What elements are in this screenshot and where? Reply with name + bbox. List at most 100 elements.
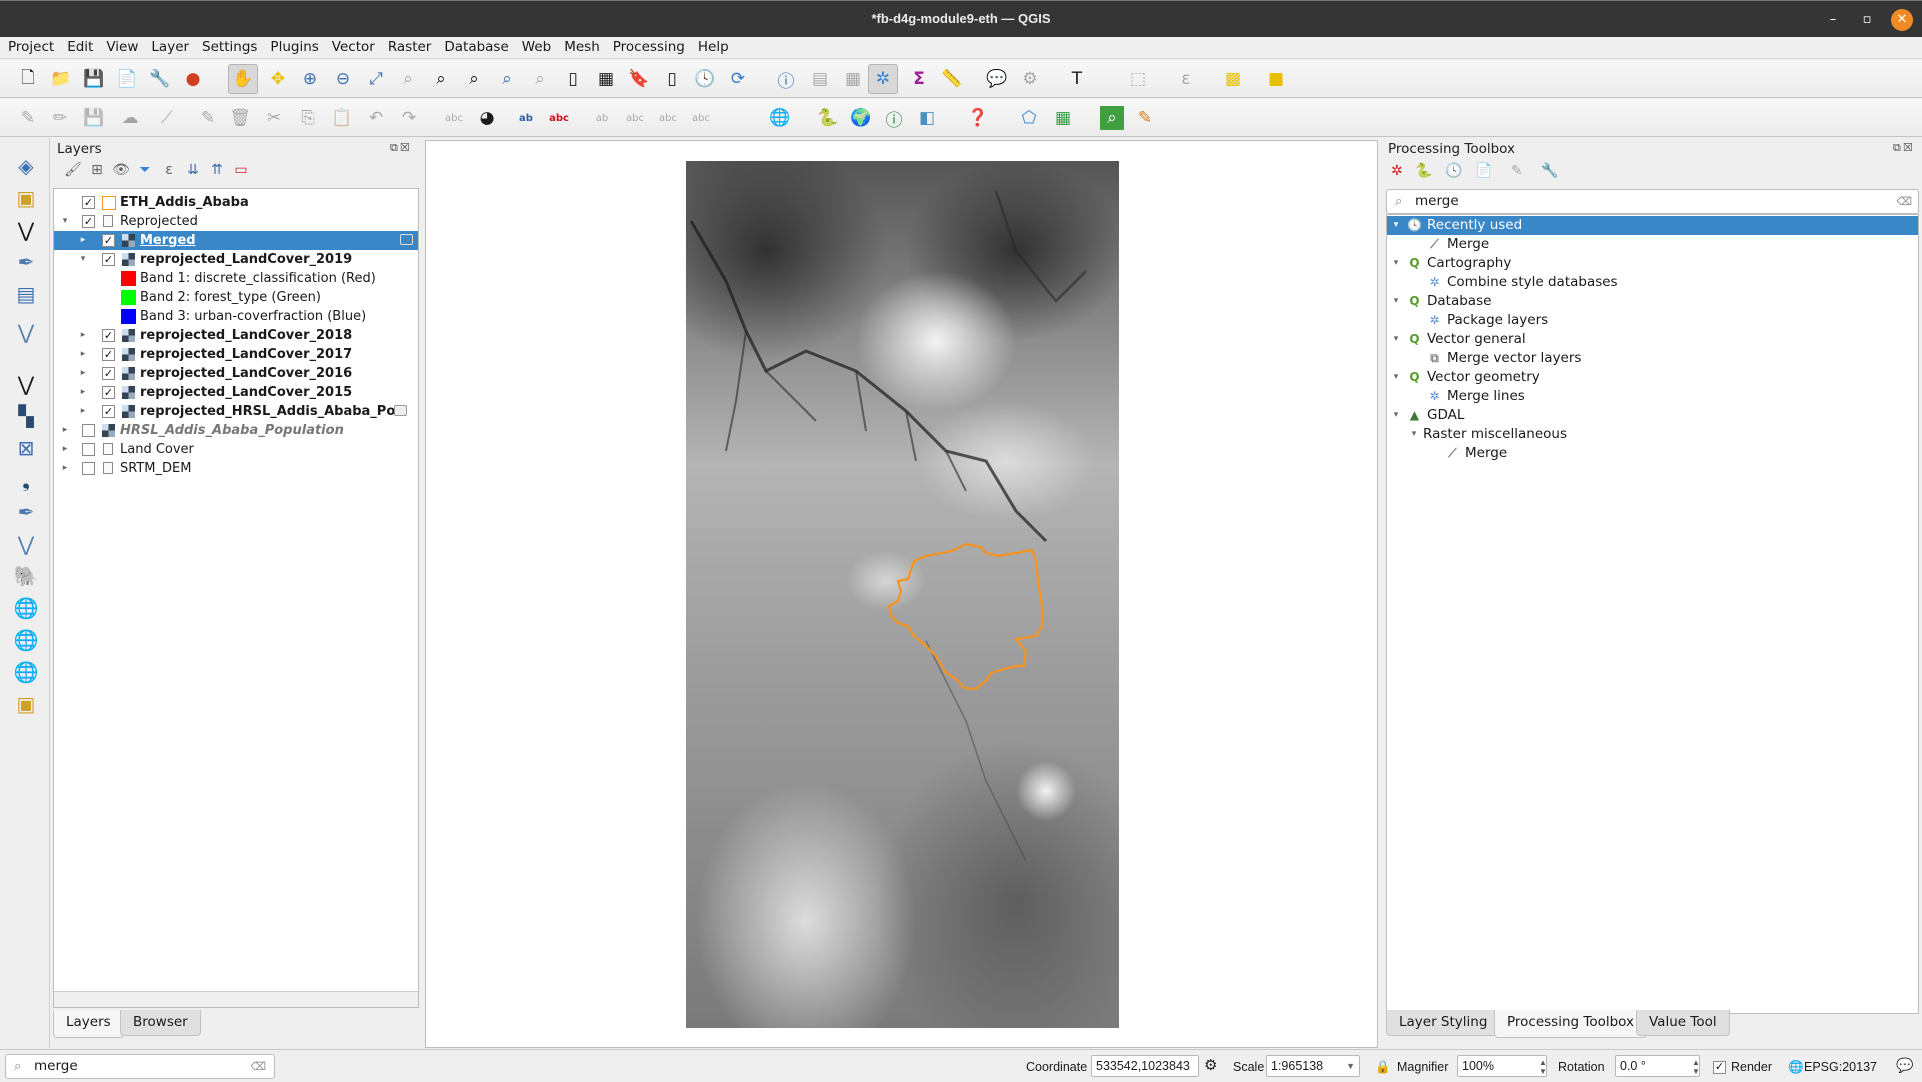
menu-vector[interactable]: Vector xyxy=(324,37,380,55)
clear-search-icon[interactable]: ⌫ xyxy=(1896,190,1912,213)
add-delimited-text-icon[interactable]: ❟ xyxy=(12,466,40,494)
zoom-last-icon[interactable]: ⌕ xyxy=(495,67,519,91)
processing-search-input[interactable]: ⌕ merge ⌫ xyxy=(1386,189,1919,214)
layer-item[interactable]: ▾ ✓ Reprojected xyxy=(54,212,418,231)
history-icon[interactable]: 🕓 xyxy=(1445,163,1462,179)
add-virtual-layer-icon[interactable]: ⋁ xyxy=(12,530,40,558)
layer-visibility-checkbox[interactable]: ✓ xyxy=(102,253,115,266)
filter-legend-icon[interactable]: ⏷ xyxy=(133,162,157,178)
processing-group[interactable]: ▾ ▲ GDAL xyxy=(1387,406,1918,425)
bookmarks-manager-icon[interactable]: ▯ xyxy=(660,67,684,91)
help-book-icon[interactable]: ❓ xyxy=(966,106,990,130)
tab-processing-toolbox[interactable]: Processing Toolbox xyxy=(1494,1010,1648,1038)
collapse-arrow-icon[interactable]: ▾ xyxy=(1391,292,1401,311)
processing-algorithm[interactable]: ⟋ Merge xyxy=(1387,235,1918,254)
layer-item[interactable]: ▸ ✓ Merged xyxy=(54,231,418,250)
search-plugin-icon[interactable]: ⌕ xyxy=(1100,106,1124,130)
edits-icon[interactable]: ✎ xyxy=(16,106,40,130)
pan-map-icon[interactable]: ✋ xyxy=(228,64,258,94)
processing-group[interactable]: ▾ Q Vector general xyxy=(1387,330,1918,349)
add-mesh-layer-icon[interactable]: ⊠ xyxy=(12,434,40,462)
redo-icon[interactable]: ↷ xyxy=(397,106,421,130)
dock-float-close-buttons[interactable]: ⧉☒ xyxy=(1893,141,1915,155)
change-label-icon[interactable]: abc xyxy=(689,106,713,130)
menu-settings[interactable]: Settings xyxy=(194,37,262,55)
undo-icon[interactable]: ↶ xyxy=(364,106,388,130)
text-annotation-icon[interactable]: T xyxy=(1065,67,1089,91)
zoom-in-icon[interactable]: ⊕ xyxy=(298,67,322,91)
menu-view[interactable]: View xyxy=(98,37,143,55)
select-by-expression-icon[interactable]: ε xyxy=(1174,67,1198,91)
layer-item[interactable]: ▸ ✓ reprojected_LandCover_2017 xyxy=(54,345,418,364)
field-calculator-icon[interactable]: ▦ xyxy=(841,67,865,91)
new-point-feature-icon[interactable]: ■ xyxy=(1264,67,1288,91)
save-project-icon[interactable]: 💾 xyxy=(82,67,106,91)
expand-arrow-icon[interactable]: ▸ xyxy=(78,383,88,402)
maximize-button[interactable]: ▫ xyxy=(1856,9,1878,31)
minimize-button[interactable]: – xyxy=(1822,9,1844,31)
quickmapservices-icon[interactable]: 🌐 xyxy=(768,106,792,130)
statistical-summary-icon[interactable]: Σ xyxy=(907,67,931,91)
highlight-pinned-labels-icon[interactable]: abc xyxy=(547,106,571,130)
toggle-editing-icon[interactable]: ✏ xyxy=(48,106,72,130)
processing-algorithm[interactable]: ✲ Package layers xyxy=(1387,311,1918,330)
toggle-extents-icon[interactable]: ⚙ xyxy=(1204,1056,1217,1074)
map-swipe-icon[interactable]: ◧ xyxy=(915,106,939,130)
layer-visibility-checkbox[interactable]: ✓ xyxy=(82,196,95,209)
show-hide-labels-icon[interactable]: abc xyxy=(623,106,647,130)
options-icon[interactable]: 🔧 xyxy=(1541,163,1558,179)
menu-help[interactable]: Help xyxy=(690,37,734,55)
dock-float-close-buttons[interactable]: ⧉☒ xyxy=(390,141,412,155)
raster-indicator-icon[interactable] xyxy=(400,234,413,245)
menu-processing[interactable]: Processing xyxy=(605,37,690,55)
menu-edit[interactable]: Edit xyxy=(59,37,98,55)
processing-group[interactable]: ▾ 🕓 Recently used xyxy=(1387,216,1918,235)
layer-visibility-checkbox[interactable] xyxy=(82,424,95,437)
layer-visibility-checkbox[interactable]: ✓ xyxy=(102,405,115,418)
collapse-arrow-icon[interactable]: ▾ xyxy=(1391,406,1401,425)
filter-by-expression-icon[interactable]: ε xyxy=(157,162,181,178)
identify-features-icon[interactable]: ⓘ xyxy=(774,67,798,92)
info-tool-icon[interactable]: ⓘ xyxy=(882,106,906,131)
layout-manager-icon[interactable]: 🔧 xyxy=(148,67,172,91)
collapse-arrow-icon[interactable]: ▾ xyxy=(1409,425,1419,444)
tab-layer-styling[interactable]: Layer Styling xyxy=(1386,1010,1501,1036)
select-features-icon[interactable]: ⬚ xyxy=(1126,67,1150,91)
layer-visibility-checkbox[interactable]: ✓ xyxy=(102,348,115,361)
tab-value-tool[interactable]: Value Tool xyxy=(1636,1010,1730,1036)
expand-arrow-icon[interactable]: ▸ xyxy=(78,364,88,383)
models-icon[interactable]: ✲ xyxy=(1391,163,1403,179)
new-virtual-layer-icon[interactable]: ▤ xyxy=(12,280,40,308)
label-toolbar-icon[interactable]: abc xyxy=(442,106,466,130)
menu-project[interactable]: Project xyxy=(0,37,59,55)
add-geonode-layer-icon[interactable]: ▣ xyxy=(12,690,40,718)
processing-algorithm[interactable]: ▾ Raster miscellaneous xyxy=(1387,425,1918,444)
menu-mesh[interactable]: Mesh xyxy=(556,37,605,55)
add-spatialite-icon[interactable]: ✒ xyxy=(12,498,40,526)
show-bookmarks-icon[interactable]: ▦ xyxy=(594,67,618,91)
layer-visibility-checkbox[interactable]: ✓ xyxy=(102,386,115,399)
layer-item[interactable]: ▸ SRTM_DEM xyxy=(54,459,418,478)
style-manager-icon[interactable]: ● xyxy=(181,67,205,91)
zoom-next-icon[interactable]: ⌕ xyxy=(528,67,552,91)
rotation-field[interactable]: 0.0 ° xyxy=(1615,1055,1700,1077)
modify-attributes-icon[interactable]: ✎ xyxy=(196,106,220,130)
layer-visibility-checkbox[interactable] xyxy=(82,443,95,456)
layer-visibility-checkbox[interactable]: ✓ xyxy=(82,215,95,228)
edit-features-in-place-icon[interactable]: ✎ xyxy=(1511,163,1523,179)
processing-group[interactable]: ▾ Q Database xyxy=(1387,292,1918,311)
zoom-to-selection-icon[interactable]: ⌕ xyxy=(396,67,420,91)
rotation-spinner[interactable]: ▲ ▼ xyxy=(1692,1058,1700,1076)
add-feature-icon[interactable]: ☁ xyxy=(118,106,142,130)
layer-visibility-checkbox[interactable]: ✓ xyxy=(102,367,115,380)
tab-browser[interactable]: Browser xyxy=(120,1010,201,1036)
bookmark-icon[interactable]: 🔖 xyxy=(627,67,651,91)
expand-arrow-icon[interactable]: ▸ xyxy=(60,421,70,440)
open-layer-styling-icon[interactable]: 🖌 xyxy=(61,162,85,178)
add-group-icon[interactable]: ⊞ xyxy=(85,162,109,178)
scripts-icon[interactable]: 🐍 xyxy=(1415,163,1432,179)
crs-globe-icon[interactable]: 🌐 xyxy=(1788,1060,1804,1075)
collapse-arrow-icon[interactable]: ▾ xyxy=(78,250,88,269)
refresh-table-icon[interactable]: ▦ xyxy=(1051,106,1075,130)
processing-algorithm[interactable]: ✲ Merge lines xyxy=(1387,387,1918,406)
